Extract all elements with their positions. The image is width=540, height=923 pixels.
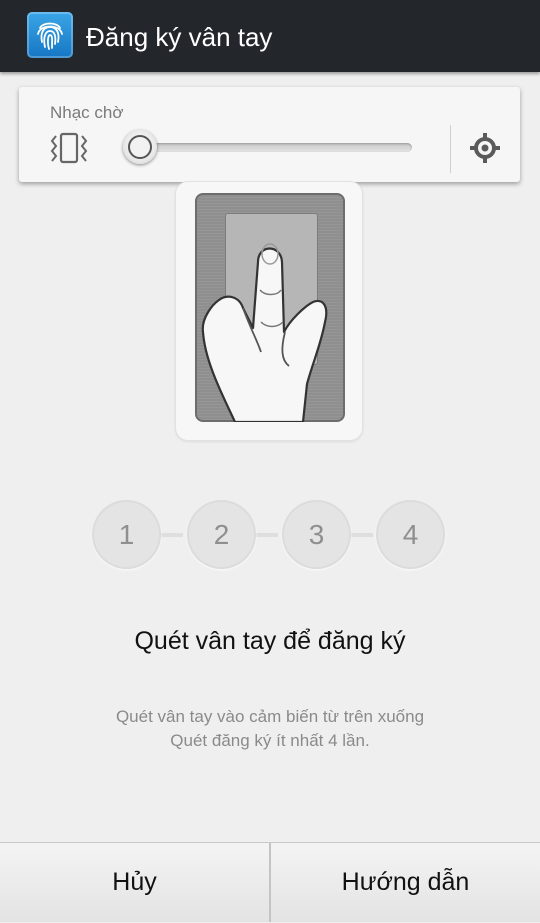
step-indicator-3: 3 [282, 500, 351, 569]
instruction-title: Quét vân tay để đăng ký [134, 627, 406, 655]
step-number: 4 [402, 519, 419, 550]
step-indicator-1: 1 [92, 500, 161, 569]
volume-label: Nhạc chờ [50, 103, 124, 122]
page-title: Đăng ký vân tay [86, 22, 273, 52]
instruction-line-1: Quét vân tay vào cảm biến từ trên xuống [115, 707, 425, 726]
step-number: 2 [213, 519, 230, 550]
guide-button[interactable]: Hướng dẫn [271, 843, 540, 922]
vibrate-icon[interactable] [49, 132, 89, 169]
step-number: 3 [308, 519, 325, 550]
gear-icon[interactable] [468, 131, 502, 170]
step-indicator-4: 4 [376, 500, 445, 569]
volume-slider-thumb[interactable] [123, 130, 157, 164]
volume-panel: Nhạc chờ [19, 87, 520, 182]
instruction-text: Quét vân tay vào cảm biến từ trên xuống … [0, 705, 540, 753]
divider [450, 125, 451, 173]
finger-swipe-icon [195, 236, 345, 427]
cancel-button[interactable]: Hủy [0, 843, 269, 922]
fingerprint-icon[interactable] [27, 12, 73, 58]
action-bar: Đăng ký vân tay [0, 0, 540, 72]
volume-slider-track[interactable] [140, 143, 412, 152]
step-indicator-2: 2 [187, 500, 256, 569]
step-number: 1 [118, 519, 135, 550]
instruction-line-2: Quét đăng ký ít nhất 4 lần. [170, 731, 370, 750]
